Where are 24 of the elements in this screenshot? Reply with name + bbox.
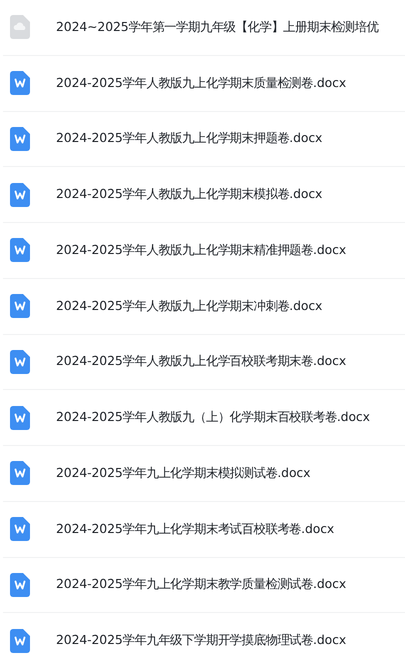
word-file-icon bbox=[10, 628, 30, 653]
file-name[interactable]: 2024-2025学年人教版九上化学期末冲刺卷.docx bbox=[56, 298, 322, 315]
file-name[interactable]: 2024-2025学年人教版九上化学期末精准押题卷.docx bbox=[56, 242, 346, 259]
file-name[interactable]: 2024-2025学年九上化学期末考试百校联考卷.docx bbox=[56, 520, 334, 538]
cloud-file-icon bbox=[10, 15, 30, 40]
word-file-icon bbox=[10, 350, 30, 374]
word-file-icon bbox=[10, 182, 30, 207]
file-name[interactable]: 2024-2025学年人教版九上化学期末质量检测卷.docx bbox=[56, 74, 346, 92]
word-file-icon bbox=[10, 71, 30, 96]
word-file-icon bbox=[10, 572, 30, 597]
file-name[interactable]: 2024-2025学年人教版九（上）化学期末百校联考卷.docx bbox=[56, 409, 370, 426]
file-name[interactable]: 2024~2025学年第一学期九年级【化学】上册期末检测培优 bbox=[56, 18, 378, 36]
file-name[interactable]: 2024-2025学年人教版九上化学期末押题卷.docx bbox=[56, 130, 322, 148]
file-name[interactable]: 2024-2025学年人教版九上化学百校联考期末卷.docx bbox=[56, 353, 346, 370]
word-file-icon bbox=[10, 461, 30, 486]
word-file-icon bbox=[10, 238, 30, 262]
file-name[interactable]: 2024-2025学年九上化学期末教学质量检测试卷.docx bbox=[56, 576, 346, 594]
word-file-icon bbox=[10, 406, 30, 430]
file-name[interactable]: 2024-2025学年九年级下学期开学摸底物理试卷.docx bbox=[56, 632, 346, 650]
word-file-icon bbox=[10, 517, 30, 542]
word-file-icon bbox=[10, 126, 30, 151]
file-name[interactable]: 2024-2025学年人教版九上化学期末模拟卷.docx bbox=[56, 186, 322, 204]
word-file-icon bbox=[10, 294, 30, 318]
file-name[interactable]: 2024-2025学年九上化学期末模拟测试卷.docx bbox=[56, 464, 310, 482]
